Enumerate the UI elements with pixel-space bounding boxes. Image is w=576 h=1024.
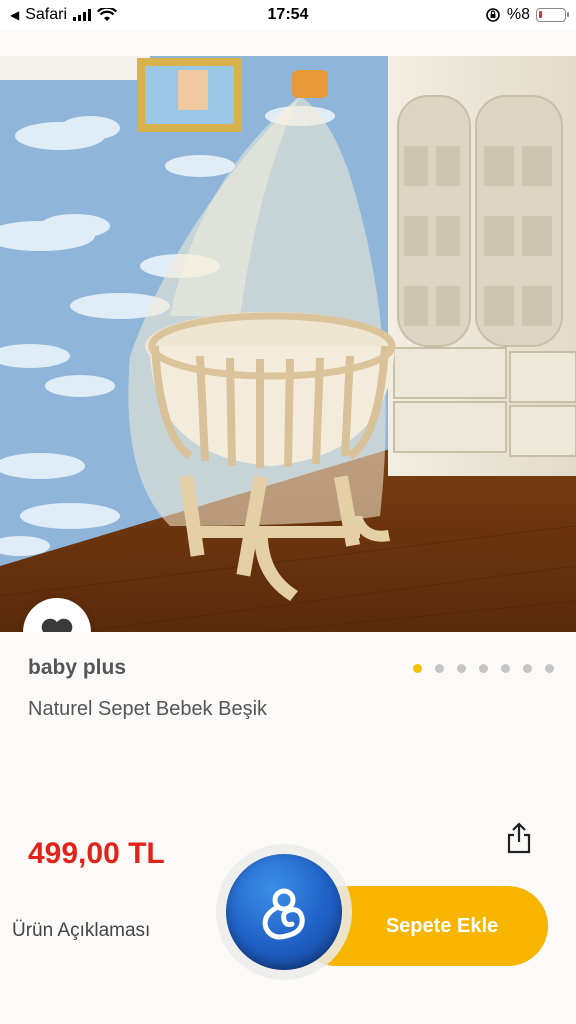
product-title: Naturel Sepet Bebek Beşik xyxy=(28,698,268,720)
pager-dot[interactable] xyxy=(501,664,510,673)
pager-dot[interactable] xyxy=(435,664,444,673)
back-app-label[interactable]: Safari xyxy=(25,6,67,24)
back-arrow-icon[interactable]: ◀ xyxy=(10,8,19,22)
pager-dot[interactable] xyxy=(479,664,488,673)
battery-percent: %8 xyxy=(506,6,530,23)
image-pager[interactable] xyxy=(413,664,554,673)
product-image[interactable] xyxy=(0,56,576,632)
product-info: baby plus Naturel Sepet Bebek Beşik 499,… xyxy=(0,632,576,1024)
battery-icon xyxy=(536,8,569,22)
wifi-icon xyxy=(97,8,118,21)
pager-dot[interactable] xyxy=(545,664,554,673)
header-spacer xyxy=(0,30,576,56)
product-price: 499,00 TL xyxy=(28,837,165,870)
heart-icon xyxy=(41,618,73,632)
pager-dot[interactable] xyxy=(457,664,466,673)
share-icon[interactable] xyxy=(505,822,533,854)
product-brand[interactable]: baby plus xyxy=(28,656,126,680)
assistant-icon[interactable] xyxy=(226,854,342,970)
pager-dot[interactable] xyxy=(413,664,422,673)
status-bar: ◀ Safari 17:54 %8 xyxy=(0,0,576,30)
signal-icon xyxy=(73,9,92,21)
status-right: %8 xyxy=(485,6,569,24)
lock-rotation-icon xyxy=(486,8,500,22)
status-left: ◀ Safari xyxy=(10,6,118,24)
product-photo xyxy=(0,56,576,632)
assistant-button[interactable] xyxy=(216,844,352,980)
pager-dot[interactable] xyxy=(523,664,532,673)
product-description-link[interactable]: Ürün Açıklaması xyxy=(12,920,150,942)
